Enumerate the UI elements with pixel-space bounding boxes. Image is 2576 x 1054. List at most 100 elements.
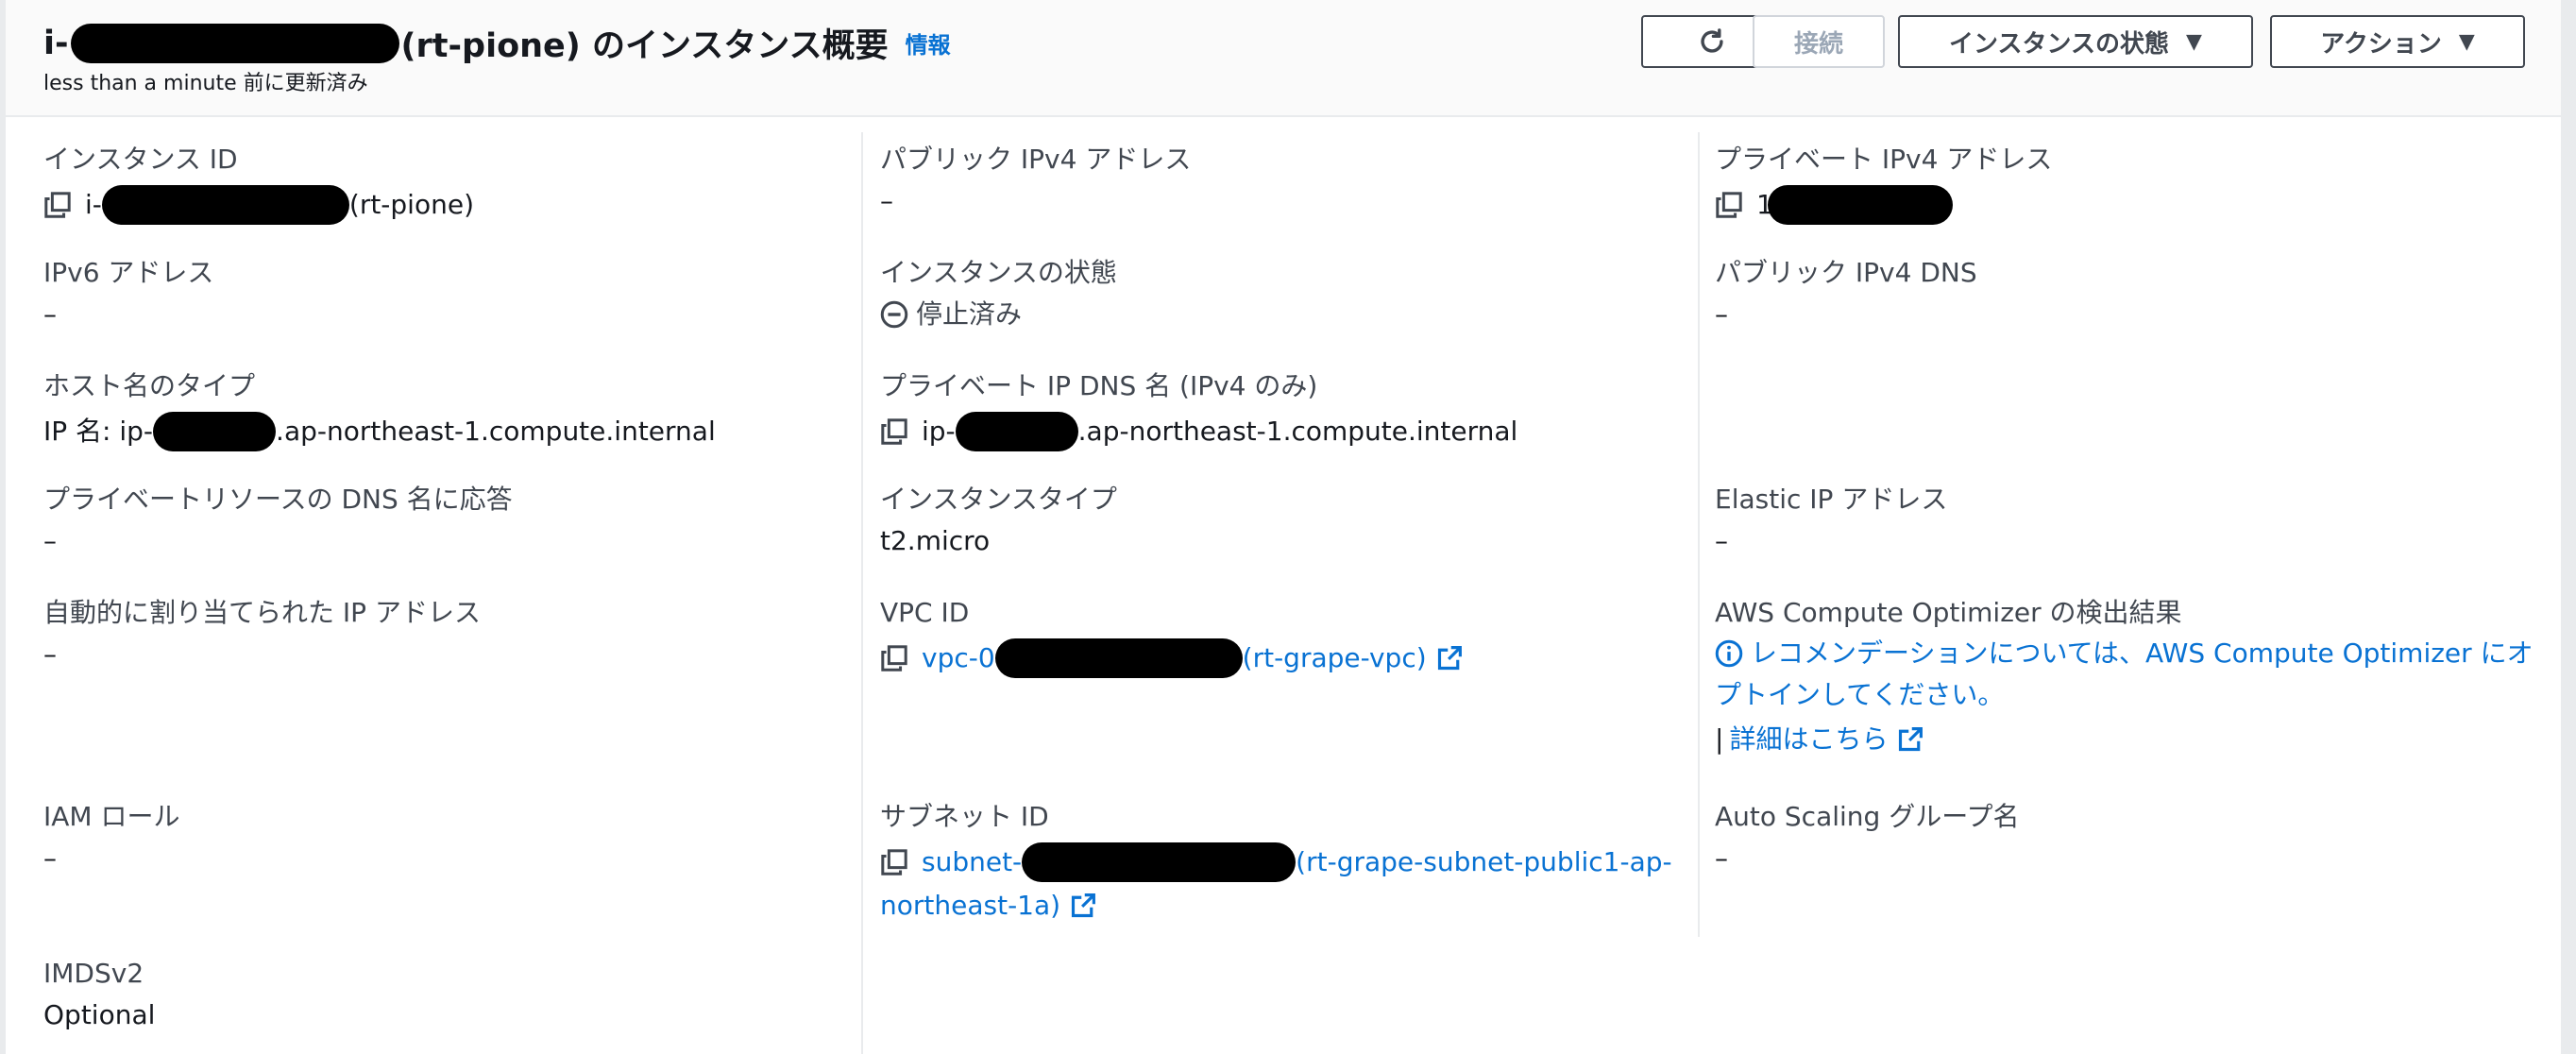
column-divider-2 (1698, 132, 1700, 937)
summary-header: i- (rt-pione) のインスタンス概要 情報 less than a m… (6, 0, 2561, 117)
field-private-ip-dns: プライベート IP DNS 名 (IPv4 のみ) ip- .ap-northe… (880, 370, 1517, 451)
field-label: 自動的に割り当てられた IP アドレス (43, 597, 481, 628)
field-value: – (1715, 525, 1728, 556)
compute-optimizer-optin-link[interactable]: レコメンデーションについては、AWS Compute Optimizer にオ … (1715, 633, 2546, 716)
field-label: IPv6 アドレス (43, 257, 214, 288)
vpc-id-link[interactable]: vpc-0 (rt-grape-vpc) (880, 638, 1463, 678)
vpc-id-suffix: (rt-grape-vpc) (1242, 642, 1427, 673)
field-instance-id: インスタンス ID i- (rt-pione) (43, 144, 474, 225)
details-row: | 詳細はこちら (1715, 723, 2546, 756)
private-dns-prefix: ip- (922, 416, 956, 447)
connect-button[interactable]: 接続 (1753, 15, 1885, 68)
external-link-icon (1899, 727, 1924, 752)
field-value: 停止済み (880, 298, 1117, 331)
subnet-id-link-line2[interactable]: northeast-1a) (880, 890, 1672, 922)
field-value: – (43, 298, 57, 330)
title-prefix: i- (43, 24, 69, 62)
last-updated-text: less than a minute 前に更新済み (43, 72, 368, 95)
redacted-block (994, 638, 1243, 678)
field-compute-optimizer: AWS Compute Optimizer の検出結果 レコメンデーションについ… (1715, 597, 2546, 756)
field-value: – (43, 842, 57, 874)
field-private-ipv4: プライベート IPv4 アドレス 1 (1715, 144, 2052, 225)
subnet-id-suffix: (rt-grape-subnet-public1-ap- (1296, 846, 1672, 877)
field-value: – (1715, 298, 1728, 330)
field-label: プライベートリソースの DNS 名に応答 (43, 484, 513, 515)
field-label: インスタンスの状態 (880, 257, 1117, 288)
caret-down-icon: ▼ (2186, 29, 2202, 54)
field-label: パブリック IPv4 アドレス (880, 144, 1192, 175)
copy-icon[interactable] (880, 644, 908, 672)
optin-link-line1-row: レコメンデーションについては、AWS Compute Optimizer にオ (1715, 633, 2546, 674)
field-label: AWS Compute Optimizer の検出結果 (1715, 597, 2182, 628)
redacted-block (1022, 842, 1296, 882)
learn-more-link[interactable]: 詳細はこちら (1729, 723, 1888, 756)
vpc-id-prefix: vpc-0 (922, 642, 995, 673)
field-label: IAM ロール (43, 801, 180, 832)
redacted-block (101, 185, 349, 225)
info-icon (1715, 639, 1743, 668)
instance-summary-page: i- (rt-pione) のインスタンス概要 情報 less than a m… (0, 0, 2576, 1054)
field-label: IMDSv2 (43, 958, 144, 989)
field-label: ホスト名のタイプ (43, 370, 256, 401)
field-private-dns-answer: プライベートリソースの DNS 名に応答 – (43, 484, 513, 557)
field-imdsv2: IMDSv2 Optional (43, 958, 155, 1031)
redacted-block (1767, 185, 1953, 225)
field-instance-state: インスタンスの状態 停止済み (880, 257, 1117, 331)
field-value: IP 名: ip- .ap-northeast-1.compute.intern… (43, 412, 716, 451)
optin-link-line1: レコメンデーションについては、AWS Compute Optimizer にオ (1751, 638, 2534, 669)
instance-state-button[interactable]: インスタンスの状態 ▼ (1898, 15, 2253, 68)
field-label: サブネット ID (880, 801, 1049, 832)
page-title: i- (rt-pione) のインスタンス概要 情報 (43, 19, 951, 67)
external-link-icon (1437, 646, 1462, 671)
field-label: パブリック IPv4 DNS (1715, 257, 1977, 288)
subnet-id-prefix: subnet- (922, 846, 1023, 877)
field-elastic-ip: Elastic IP アドレス – (1715, 484, 1947, 557)
instance-id-suffix: (rt-pione) (348, 189, 474, 220)
copy-icon[interactable] (880, 417, 908, 446)
field-value: – (43, 638, 57, 670)
field-value: – (880, 185, 893, 216)
right-scroll-edge (2561, 0, 2576, 1054)
field-value: Optional (43, 999, 156, 1030)
field-label: プライベート IPv4 アドレス (1715, 144, 2053, 175)
field-auto-ip: 自動的に割り当てられた IP アドレス – (43, 597, 481, 671)
left-border (0, 0, 6, 1054)
field-label: Elastic IP アドレス (1715, 484, 1948, 515)
field-public-ipv4-dns: パブリック IPv4 DNS – (1715, 257, 1977, 331)
title-suffix: (rt-pione) のインスタンス概要 (400, 27, 889, 65)
optin-link-line2: プトインしてください。 (1715, 679, 2005, 710)
copy-icon[interactable] (43, 191, 72, 219)
private-dns-suffix: .ap-northeast-1.compute.internal (1077, 416, 1518, 447)
actions-button[interactable]: アクション ▼ (2270, 15, 2525, 68)
field-vpc-id: VPC ID vpc-0 (rt-grape-vpc) (880, 597, 1463, 678)
redacted-block (70, 23, 399, 63)
hostname-prefix: IP 名: ip- (43, 416, 154, 447)
external-link-icon (1072, 893, 1096, 918)
field-value: i- (rt-pione) (43, 185, 474, 225)
field-value: t2.micro (880, 525, 991, 556)
field-subnet-id: サブネット ID subnet- (rt-grape-subnet-public… (880, 801, 1672, 922)
instance-state-value: 停止済み (916, 298, 1023, 330)
redacted-block (955, 412, 1078, 451)
hostname-suffix: .ap-northeast-1.compute.internal (276, 416, 716, 447)
actions-button-label: アクション (2320, 29, 2442, 59)
copy-icon[interactable] (1715, 191, 1743, 219)
field-value: – (1715, 842, 1728, 874)
subnet-id-line2: northeast-1a) (880, 890, 1061, 921)
separator: | (1715, 723, 1724, 755)
redacted-block (153, 412, 277, 451)
copy-icon[interactable] (880, 848, 908, 876)
column-divider-1 (861, 132, 863, 1054)
field-label: Auto Scaling グループ名 (1715, 801, 2020, 832)
info-link[interactable]: 情報 (906, 26, 951, 60)
instance-id-prefix: i- (85, 189, 102, 220)
field-value: 1 (1715, 185, 2052, 225)
field-label: インスタンスタイプ (880, 484, 1117, 515)
subnet-id-link[interactable]: subnet- (rt-grape-subnet-public1-ap- (880, 842, 1672, 882)
field-label: インスタンス ID (43, 144, 238, 175)
field-instance-type: インスタンスタイプ t2.micro (880, 484, 1117, 557)
field-label: プライベート IP DNS 名 (IPv4 のみ) (880, 370, 1318, 401)
field-asg-name: Auto Scaling グループ名 – (1715, 801, 2020, 875)
field-ipv6: IPv6 アドレス – (43, 257, 213, 331)
field-value: ip- .ap-northeast-1.compute.internal (880, 412, 1517, 451)
